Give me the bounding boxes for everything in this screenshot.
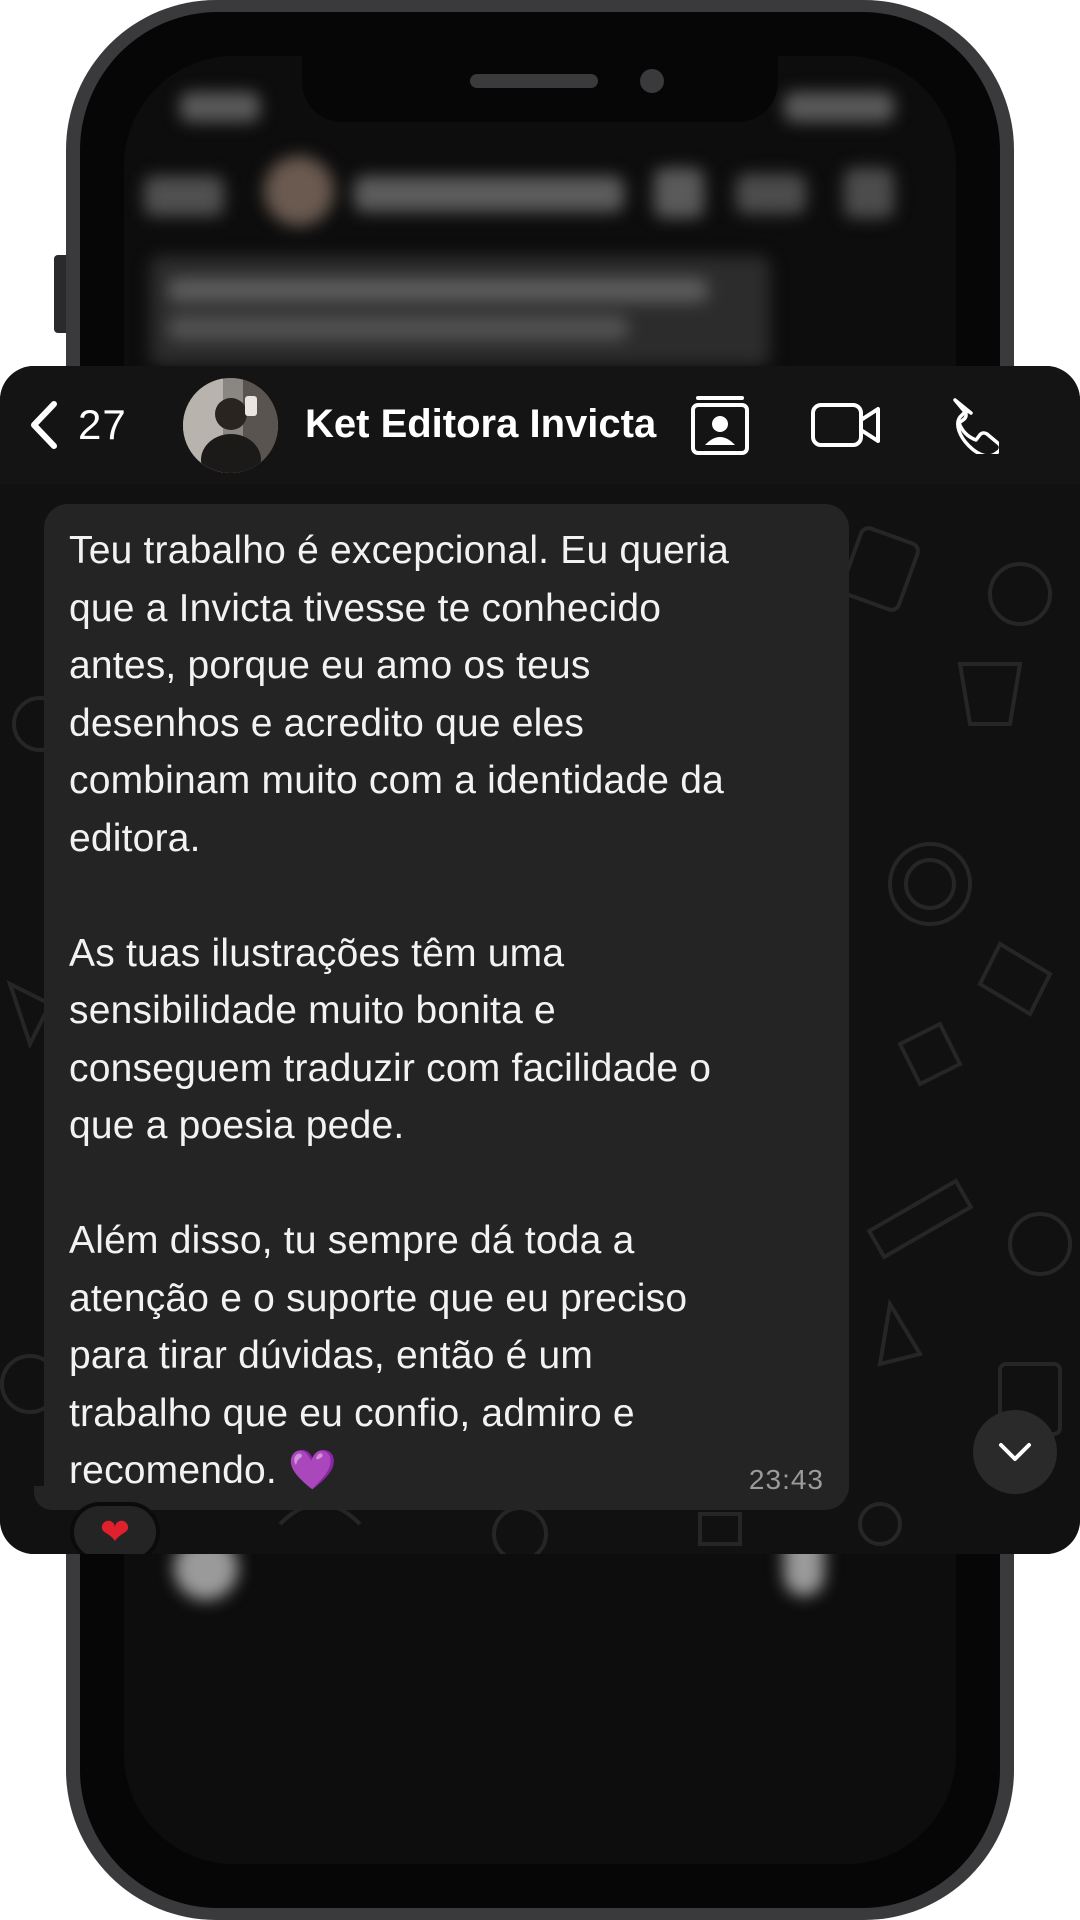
chat-screenshot-card: 27 Ket Editora Invicta Teu trabalho é ex… xyxy=(0,366,1080,1554)
heart-icon: ❤ xyxy=(99,1511,131,1552)
reaction-badge[interactable]: ❤ xyxy=(70,1502,160,1554)
phone-speaker xyxy=(470,74,598,88)
phone-camera xyxy=(640,69,664,93)
contact-card-icon xyxy=(689,393,751,457)
chevron-left-icon xyxy=(28,400,60,450)
stage: 27 Ket Editora Invicta Teu trabalho é ex… xyxy=(0,0,1080,1920)
phone-icon xyxy=(941,396,999,454)
chat-header: 27 Ket Editora Invicta xyxy=(0,366,1080,484)
unread-count: 27 xyxy=(78,401,127,448)
phone-notch xyxy=(302,56,778,122)
contact-name[interactable]: Ket Editora Invicta xyxy=(305,402,656,447)
chevron-down-icon xyxy=(997,1441,1033,1463)
avatar[interactable] xyxy=(183,378,278,473)
scroll-to-bottom-button[interactable] xyxy=(973,1410,1057,1494)
message-timestamp: 23:43 xyxy=(748,1464,824,1495)
message-text: Teu trabalho é excepcional. Eu queria qu… xyxy=(69,529,730,1492)
video-camera-icon xyxy=(810,400,882,450)
contact-card-button[interactable] xyxy=(688,388,752,462)
video-call-button[interactable] xyxy=(810,388,882,462)
back-button[interactable]: 27 xyxy=(28,396,148,454)
message-bubble[interactable]: Teu trabalho é excepcional. Eu queria qu… xyxy=(44,504,849,1510)
voice-call-button[interactable] xyxy=(940,388,1000,462)
